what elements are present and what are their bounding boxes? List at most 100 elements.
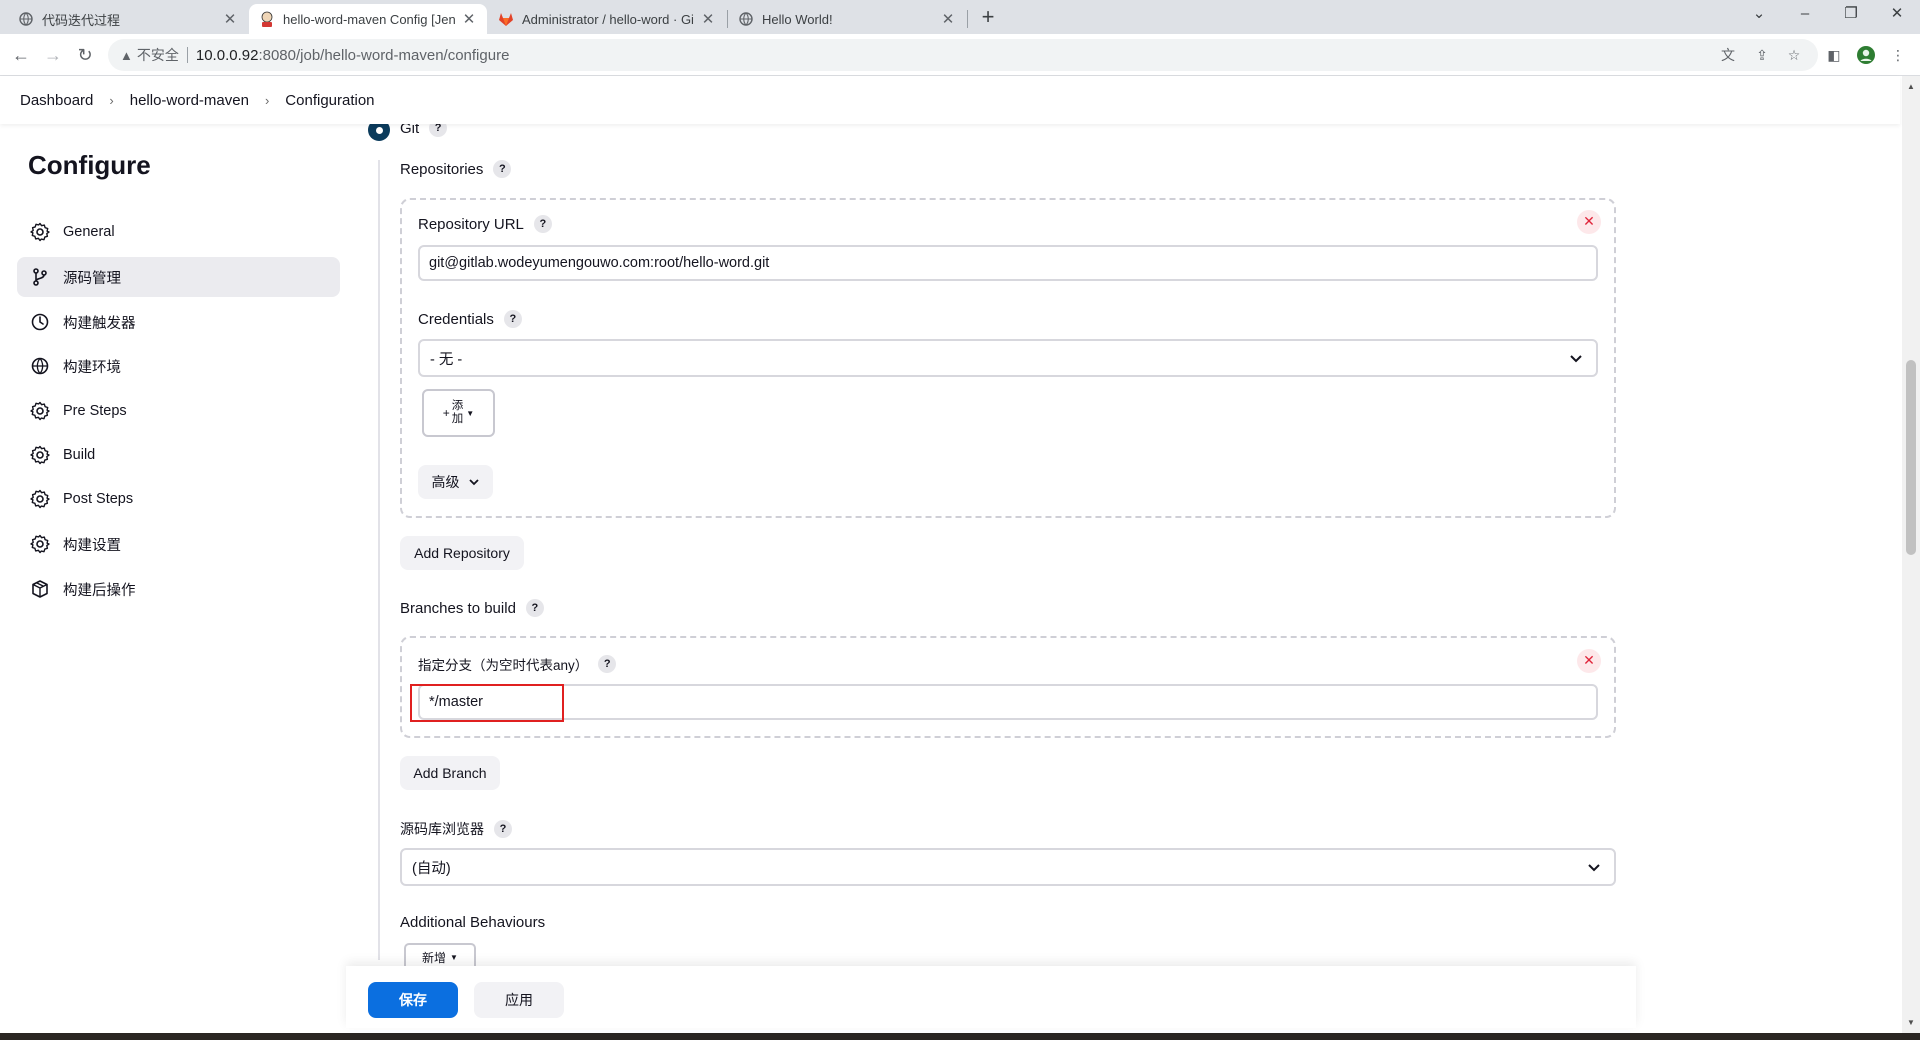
sidebar-item-build-triggers[interactable]: 构建触发器 — [17, 302, 340, 342]
sidebar-item-label: 构建设置 — [63, 537, 121, 554]
delete-repository-icon[interactable]: ✕ — [1577, 210, 1601, 234]
sidebar-item-label: 构建后操作 — [63, 582, 136, 599]
globe-icon — [29, 355, 51, 377]
sidebar-item-post-steps[interactable]: Post Steps — [17, 479, 340, 519]
gear-icon — [29, 221, 51, 243]
scrollbar-thumb[interactable] — [1906, 360, 1916, 555]
scroll-down-icon[interactable]: ▼ — [1904, 1016, 1918, 1030]
bookmark-star-icon[interactable]: ☆ — [1784, 45, 1804, 65]
advanced-button[interactable]: 高级 — [418, 465, 493, 499]
delete-branch-icon[interactable]: ✕ — [1577, 649, 1601, 673]
repository-url-input[interactable]: git@gitlab.wodeyumengouwo.com:root/hello… — [418, 245, 1598, 281]
breadcrumb-configuration[interactable]: Configuration — [283, 88, 376, 113]
add-repository-button[interactable]: Add Repository — [400, 536, 524, 570]
add-credentials-button[interactable]: + 添 加 ▼ — [422, 389, 495, 437]
close-icon[interactable]: ✕ — [222, 10, 238, 28]
close-window-button[interactable]: ✕ — [1874, 0, 1920, 30]
repositories-label: Repositories — [400, 160, 484, 178]
chevron-right-icon: › — [109, 92, 114, 108]
url-field[interactable]: ▲ 不安全 10.0.0.92 :8080/job/hello-word-mav… — [108, 39, 1818, 71]
breadcrumb-job[interactable]: hello-word-maven — [128, 88, 251, 113]
tab-title: hello-word-maven Config [Jenkins] — [283, 11, 455, 27]
branch-spec-label-row: 指定分支（为空时代表any） ? — [418, 654, 617, 674]
branch-spec-input[interactable]: */master — [418, 684, 1598, 720]
gear-icon — [29, 444, 51, 466]
chevron-down-icon — [1588, 864, 1600, 872]
close-icon[interactable]: ✕ — [940, 10, 956, 28]
credentials-label: Credentials — [418, 310, 494, 328]
address-bar: ← → ↻ ▲ 不安全 10.0.0.92 :8080/job/hello-wo… — [0, 34, 1920, 76]
sidebar-item-build-environment[interactable]: 构建环境 — [17, 346, 340, 386]
back-icon[interactable]: ← — [8, 42, 34, 68]
branches-label: Branches to build — [400, 599, 516, 617]
gitlab-icon — [498, 11, 514, 27]
sidebar-item-pre-steps[interactable]: Pre Steps — [17, 391, 340, 431]
add-button-line1: 添 — [451, 400, 464, 412]
plus-icon: + — [442, 406, 450, 420]
translate-icon[interactable]: 文 — [1718, 45, 1738, 65]
add-repository-label: Add Repository — [414, 545, 510, 561]
repository-url-label-row: Repository URL ? — [418, 215, 552, 233]
browser-tab[interactable]: 代码迭代过程 ✕ — [8, 4, 248, 34]
repo-browser-label-row: 源码库浏览器 ? — [400, 819, 512, 839]
sidebar-item-build-settings[interactable]: 构建设置 — [17, 524, 340, 564]
close-icon[interactable]: ✕ — [461, 10, 477, 28]
sidebar-item-label: 构建环境 — [63, 359, 121, 376]
scroll-up-icon[interactable]: ▲ — [1904, 80, 1918, 94]
add-branch-button[interactable]: Add Branch — [400, 756, 500, 790]
tab-title: Administrator / hello-word · GitLab — [522, 11, 694, 27]
section-indent-line — [378, 160, 380, 960]
help-icon[interactable]: ? — [598, 655, 617, 673]
repo-browser-value: (自动) — [412, 860, 451, 877]
browser-tab-strip: 代码迭代过程 ✕ hello-word-maven Config [Jenkin… — [0, 0, 1920, 34]
browser-tab[interactable]: Hello World! ✕ — [728, 4, 966, 34]
forward-icon[interactable]: → — [40, 42, 66, 68]
repositories-label-row: Repositories ? — [400, 160, 512, 178]
sidebar-item-build[interactable]: Build — [17, 435, 340, 475]
advanced-label: 高级 — [431, 474, 460, 490]
caret-down-icon: ▼ — [466, 408, 475, 418]
help-icon[interactable]: ? — [503, 310, 522, 328]
credentials-label-row: Credentials ? — [418, 310, 522, 328]
save-button[interactable]: 保存 — [368, 982, 458, 1018]
breadcrumb: Dashboard › hello-word-maven › Configura… — [0, 76, 1900, 124]
globe-icon — [18, 11, 34, 27]
additional-behaviours-label: Additional Behaviours — [400, 914, 546, 931]
branch-spec-label: 指定分支（为空时代表any） — [418, 658, 589, 673]
help-icon[interactable]: ? — [494, 820, 512, 838]
add-branch-label: Add Branch — [413, 765, 487, 781]
help-icon[interactable]: ? — [493, 160, 512, 178]
sidebar-item-label: General — [63, 224, 115, 240]
repository-url-label: Repository URL — [418, 215, 524, 233]
share-icon[interactable]: ⇪ — [1752, 45, 1772, 65]
credentials-select[interactable]: - 无 - — [418, 339, 1598, 377]
apply-button[interactable]: 应用 — [474, 982, 564, 1018]
warning-icon: ▲ — [120, 47, 133, 63]
help-icon[interactable]: ? — [533, 215, 552, 233]
sidebar-item-post-build-actions[interactable]: 构建后操作 — [17, 569, 340, 609]
new-button-label: 新增 — [422, 950, 447, 965]
sidebar-item-scm[interactable]: 源码管理 — [17, 257, 340, 297]
new-tab-button[interactable]: + — [975, 5, 1001, 31]
profile-avatar-icon[interactable] — [1856, 45, 1876, 65]
repo-browser-select[interactable]: (自动) — [400, 848, 1616, 886]
save-label: 保存 — [399, 992, 427, 1008]
minimize-button[interactable]: – — [1782, 0, 1828, 30]
help-icon[interactable]: ? — [525, 599, 544, 617]
sidebar-item-general[interactable]: General — [17, 212, 340, 252]
sidebar-item-label: 源码管理 — [63, 270, 121, 287]
reload-icon[interactable]: ↻ — [72, 42, 98, 68]
browser-tab[interactable]: Administrator / hello-word · GitLab ✕ — [488, 4, 726, 34]
breadcrumb-dashboard[interactable]: Dashboard — [18, 88, 95, 113]
annotation-highlight-box — [410, 684, 564, 722]
additional-behaviours-label-row: Additional Behaviours — [400, 914, 545, 931]
sidebar-item-label: 构建触发器 — [63, 315, 136, 332]
url-host: 10.0.0.92 — [195, 46, 259, 64]
restore-button[interactable]: ❐ — [1828, 0, 1874, 30]
browser-tab-active[interactable]: hello-word-maven Config [Jenkins] ✕ — [249, 4, 487, 34]
close-icon[interactable]: ✕ — [700, 10, 716, 28]
tab-search-icon[interactable]: ⌄ — [1736, 0, 1782, 30]
sidebar-item-label: Post Steps — [63, 491, 134, 507]
side-panel-icon[interactable]: ◧ — [1824, 45, 1844, 65]
menu-kebab-icon[interactable]: ⋮ — [1888, 45, 1908, 65]
